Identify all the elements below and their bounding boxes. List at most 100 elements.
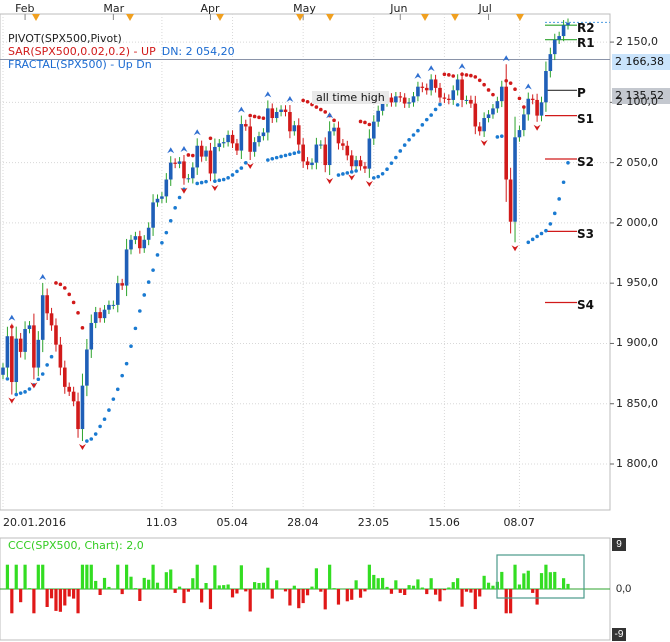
sar-dot — [217, 178, 222, 183]
indicator-bar — [561, 578, 566, 589]
indicator-bar — [32, 589, 36, 614]
indicator-bar — [27, 588, 32, 589]
indicator-bar — [478, 589, 482, 597]
y-tick-label: 1 850,0 — [616, 396, 658, 410]
candle-body — [1, 367, 5, 375]
sar-dot — [469, 73, 473, 78]
candle-body — [76, 401, 80, 430]
date-label: 15.06 — [428, 516, 460, 529]
candle-body — [14, 338, 19, 383]
sar-dot — [561, 180, 566, 185]
candle-body — [93, 312, 98, 323]
indicator-bar — [85, 564, 89, 589]
sar-dot — [191, 153, 195, 158]
candle-body — [195, 145, 200, 168]
indicator-bar — [23, 564, 27, 589]
indicator-bar — [186, 589, 190, 592]
indicator-bar — [447, 587, 451, 589]
indicator-bar — [464, 589, 469, 592]
indicator-bar — [526, 570, 530, 589]
indicator-bar — [548, 572, 552, 589]
sar-dot — [45, 363, 49, 367]
candle-body — [301, 144, 305, 162]
candle-body — [358, 160, 363, 167]
indicator-bar — [473, 589, 477, 610]
sar-dot — [98, 424, 102, 429]
sar-dot — [332, 118, 336, 123]
candle-body — [530, 98, 535, 100]
candle-body — [548, 54, 553, 72]
indicator-bar — [54, 589, 58, 611]
candle-body — [424, 87, 429, 91]
candle-body — [98, 312, 102, 319]
indicator-bar — [169, 569, 173, 589]
sar-dot — [151, 268, 155, 272]
sar-dot — [486, 88, 491, 92]
candle-body — [473, 103, 478, 127]
candle-body — [164, 179, 169, 197]
sar-dot — [146, 280, 151, 284]
sar-dot — [54, 281, 58, 285]
candle-body — [349, 155, 354, 167]
indicator-bar — [305, 589, 310, 596]
candle-body — [482, 118, 486, 132]
indicator-bar — [80, 564, 85, 589]
sar-dot — [371, 176, 376, 180]
candle-body — [89, 322, 94, 350]
candle-body — [62, 367, 67, 387]
indicator-bar — [345, 589, 349, 602]
sar-dot — [111, 397, 116, 401]
sar-dot — [323, 110, 328, 114]
candle-body — [416, 86, 420, 97]
sar-dot — [292, 151, 297, 155]
candle-body — [129, 239, 133, 250]
candle-body — [552, 39, 557, 55]
pivot-legend: PIVOT(SPX500,Pivot) — [8, 32, 122, 45]
sar-dot — [376, 174, 380, 179]
candle-body — [168, 162, 173, 180]
indicator-bar — [239, 565, 243, 589]
sar-dot — [301, 98, 305, 103]
date-label: 20.01.2016 — [3, 516, 66, 529]
indicator-bar — [301, 589, 305, 604]
sar-dot — [504, 78, 509, 83]
sar-dot — [76, 311, 80, 315]
sar-dot — [18, 391, 23, 395]
sar-dot — [279, 154, 283, 159]
sar-dot — [517, 96, 522, 101]
sar-dot — [495, 135, 500, 139]
sar-dot — [160, 241, 164, 245]
indicator-bar — [469, 589, 473, 593]
candle-body — [442, 97, 447, 99]
sar-dot — [447, 73, 451, 77]
candle-body — [226, 134, 230, 143]
candle-body — [199, 145, 204, 157]
y-tick-label: 2 050,0 — [616, 155, 658, 169]
indicator-bar — [358, 589, 363, 598]
candle-body — [243, 124, 248, 127]
candle-body — [102, 309, 107, 319]
indicator-bar — [372, 574, 376, 589]
candle-body — [508, 179, 513, 222]
candle-body — [235, 143, 239, 151]
sar-dot — [394, 155, 398, 160]
indicator-bar — [261, 582, 266, 589]
indicator-bar — [394, 580, 398, 589]
sar-dot — [208, 136, 213, 141]
candle-body — [124, 249, 129, 286]
month-label: Apr — [200, 2, 220, 15]
candle-body — [526, 98, 531, 115]
sar-dot — [107, 408, 111, 412]
indicator-bar — [72, 589, 76, 599]
sar-dot — [129, 344, 133, 349]
indicator-min-tick: -9 — [612, 628, 626, 641]
sar-dot — [539, 231, 544, 236]
candle-body — [10, 336, 14, 383]
indicator-bar — [177, 586, 182, 589]
indicator-bar — [49, 589, 54, 599]
date-label: 08.07 — [503, 516, 535, 529]
candle-body — [394, 96, 398, 103]
sar-dot — [566, 160, 570, 165]
sar-dot — [133, 326, 138, 331]
indicator-bar — [354, 580, 358, 589]
